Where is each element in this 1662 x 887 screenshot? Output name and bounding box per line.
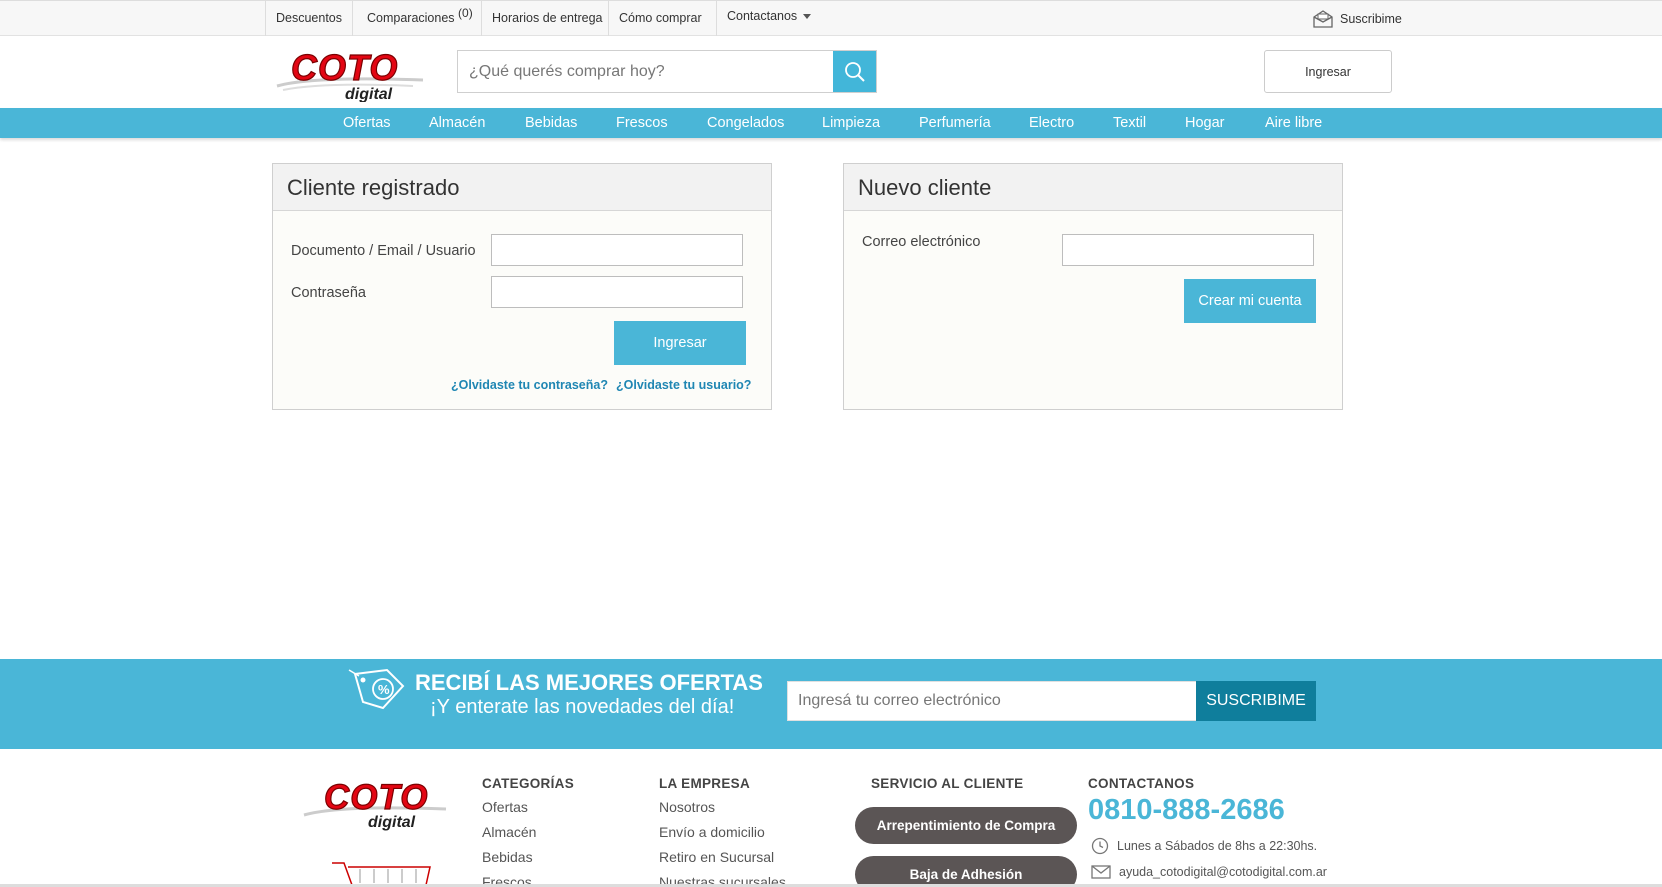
clock-icon [1091,837,1109,855]
header-login-button[interactable]: Ingresar [1264,50,1392,93]
login-submit-button[interactable]: Ingresar [614,321,746,365]
contact-hours-row: Lunes a Sábados de 8hs a 22:30hs. [1091,837,1317,855]
contact-email-row[interactable]: ayuda_cotodigital@cotodigital.com.ar [1091,865,1327,879]
password-input[interactable] [491,276,743,308]
category-electro[interactable]: Electro [1029,108,1074,138]
topbar-horarios-link[interactable]: Horarios de entrega [482,1,609,36]
como-comprar-label: Cómo comprar [619,11,702,25]
topbar-comparaciones-link[interactable]: Comparaciones (0) [357,1,482,36]
new-client-title: Nuevo cliente [844,164,1342,211]
footer-link-ofertas[interactable]: Ofertas [482,799,528,815]
topbar-contactanos-dropdown[interactable]: Contactanos [717,0,821,34]
chevron-down-icon [803,14,812,20]
arrepentimiento-button[interactable]: Arrepentimiento de Compra [855,807,1077,844]
footer-servicio-heading: SERVICIO AL CLIENTE [871,776,1024,791]
svg-text:COTO: COTO [324,778,428,817]
footer-link-almacen[interactable]: Almacén [482,824,536,840]
contactanos-label: Contactanos [727,9,798,23]
newsletter-email-input[interactable] [787,681,1197,721]
newsletter-title: RECIBÍ LAS MEJORES OFERTAS [415,670,763,695]
registered-client-panel: Cliente registrado Documento / Email / U… [272,163,772,410]
coto-digital-logo[interactable]: COTO digital [273,46,425,103]
footer-contacto-heading: CONTACTANOS [1088,776,1195,791]
footer-link-retiro[interactable]: Retiro en Sucursal [659,849,774,865]
topbar-como-comprar-link[interactable]: Cómo comprar [609,1,717,36]
search-button[interactable] [833,51,876,92]
email-label: Correo electrónico [862,234,981,250]
forgot-user-link[interactable]: ¿Olvidaste tu usuario? [616,378,751,392]
contact-phone[interactable]: 0810-888-2686 [1088,794,1285,827]
svg-text:%: % [378,682,390,697]
svg-text:COTO: COTO [291,47,398,88]
shopping-cart-icon [332,862,431,886]
category-limpieza[interactable]: Limpieza [822,108,880,138]
comparaciones-label: Comparaciones [367,11,455,25]
create-account-button[interactable]: Crear mi cuenta [1184,279,1316,323]
mail-icon [1091,865,1111,879]
suscribime-label: Suscribime [1340,12,1402,26]
topbar-suscribime-link[interactable]: Suscribime [1312,7,1402,31]
password-label: Contraseña [291,285,366,301]
category-bebidas[interactable]: Bebidas [525,108,577,138]
contact-email[interactable]: ayuda_cotodigital@cotodigital.com.ar [1119,865,1327,879]
contact-hours: Lunes a Sábados de 8hs a 22:30hs. [1117,839,1318,853]
horarios-label: Horarios de entrega [492,11,603,25]
top-utility-bar: Descuentos Comparaciones (0) Horarios de… [0,0,1662,36]
search-icon [844,61,865,82]
footer-empresa-heading: LA EMPRESA [659,776,751,791]
svg-text:digital: digital [345,86,393,102]
site-header: COTO digital Ingresar [0,36,1662,108]
baja-adhesion-button[interactable]: Baja de Adhesión [855,856,1077,887]
svg-text:digital: digital [368,814,416,831]
category-perfumeria[interactable]: Perfumería [919,108,991,138]
topbar-descuentos-link[interactable]: Descuentos [265,1,354,36]
email-input[interactable] [1062,234,1314,266]
category-almacen[interactable]: Almacén [429,108,485,138]
site-footer: COTO digital CATEGORÍAS Ofertas Almacén … [0,749,1662,887]
registered-client-title: Cliente registrado [273,164,771,211]
forgot-password-link[interactable]: ¿Olvidaste tu contraseña? [451,378,608,392]
footer-link-nosotros[interactable]: Nosotros [659,799,715,815]
footer-link-envio[interactable]: Envío a domicilio [659,824,765,840]
category-hogar[interactable]: Hogar [1185,108,1225,138]
footer-categorias-heading: CATEGORÍAS [482,776,575,791]
newsletter-subtitle: ¡Y enterate las novedades del día! [430,696,735,718]
footer-logo[interactable]: COTO digital [300,773,450,838]
category-frescos[interactable]: Frescos [616,108,668,138]
search-bar [457,50,877,93]
search-input[interactable] [458,51,833,92]
discount-tag-icon: % [348,668,405,710]
category-nav: Ofertas Almacén Bebidas Frescos Congelad… [0,108,1662,138]
footer-link-bebidas[interactable]: Bebidas [482,849,533,865]
logo-graphic: COTO digital [276,46,424,103]
footer-logo-graphic: COTO digital [303,777,447,831]
newsletter-subscribe-button[interactable]: SUSCRIBIME [1196,681,1316,721]
category-aire-libre[interactable]: Aire libre [1265,108,1322,138]
new-client-panel: Nuevo cliente Correo electrónico Crear m… [843,163,1343,410]
envelope-open-icon [1313,10,1333,28]
category-congelados[interactable]: Congelados [707,108,784,138]
user-label: Documento / Email / Usuario [291,243,476,259]
comparaciones-count: (0) [458,5,473,20]
category-textil[interactable]: Textil [1113,108,1146,138]
user-input[interactable] [491,234,743,266]
descuentos-label: Descuentos [276,11,343,25]
newsletter-band: % RECIBÍ LAS MEJORES OFERTAS ¡Y enterate… [0,659,1662,749]
category-ofertas[interactable]: Ofertas [343,108,391,138]
